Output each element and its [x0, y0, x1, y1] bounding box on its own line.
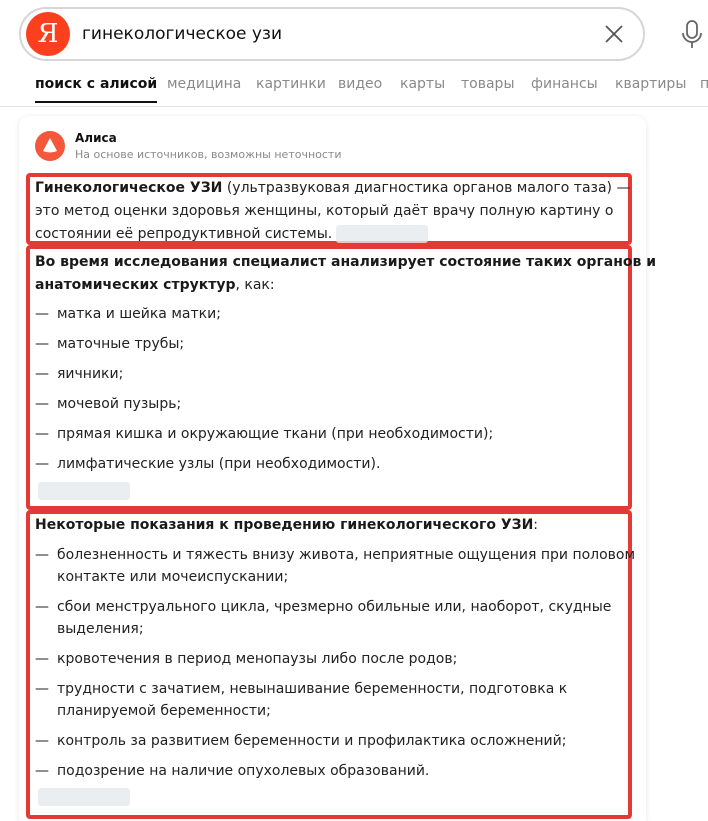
tab-images[interactable]: картинки: [256, 76, 326, 101]
list-bullet: —: [35, 763, 49, 779]
tab-medicine[interactable]: медицина: [167, 76, 241, 101]
tab-more[interactable]: п: [700, 76, 708, 101]
tab-finance[interactable]: финансы: [531, 76, 598, 101]
list-item: мочевой пузырь;: [57, 396, 182, 412]
tab-video[interactable]: видео: [338, 76, 382, 101]
alice-title: Алиса: [75, 131, 117, 145]
search-tabs: поиск с алисой медицина картинки видео к…: [0, 70, 708, 107]
list-item: лимфатические узлы (при необходимости).: [57, 456, 381, 472]
tab-maps[interactable]: карты: [400, 76, 445, 101]
list-bullet: —: [35, 366, 49, 382]
indications-heading: Некоторые показания к проведению гинекол…: [35, 517, 539, 533]
list-item-continued: контакте или мочеиспускании;: [57, 569, 289, 585]
tab-alice-search[interactable]: поиск с алисой: [35, 76, 158, 103]
microphone-icon[interactable]: [680, 20, 704, 50]
source-link[interactable]: [38, 788, 130, 806]
organs-heading-line-2: анатомических структур, как:: [35, 277, 275, 293]
list-item: матка и шейка матки;: [57, 306, 221, 322]
definition-line-1: Гинекологическое УЗИ (ультразвуковая диа…: [35, 180, 631, 196]
list-item: трудности с зачатием, невынашивание бере…: [57, 681, 568, 697]
source-link[interactable]: [38, 482, 130, 500]
list-bullet: —: [35, 336, 49, 352]
tab-apartments[interactable]: квартиры: [615, 76, 686, 101]
close-icon[interactable]: [603, 23, 625, 45]
list-bullet: —: [35, 651, 49, 667]
list-item: маточные трубы;: [57, 336, 185, 352]
source-link[interactable]: [336, 225, 428, 243]
list-item: кровотечения в период менопаузы либо пос…: [57, 651, 458, 667]
definition-line-3: состоянии её репродуктивной системы.: [35, 226, 333, 242]
alice-disclaimer: На основе источников, возможны неточност…: [75, 148, 342, 161]
list-item: контроль за развитием беременности и про…: [57, 733, 567, 749]
search-input[interactable]: гинекологическое узи: [82, 9, 282, 59]
list-item: яичники;: [57, 366, 124, 382]
list-item: болезненность и тяжесть внизу живота, не…: [57, 547, 636, 563]
alice-icon: [35, 131, 65, 161]
list-item: сбои менструального цикла, чрезмерно оби…: [57, 599, 612, 615]
list-bullet: —: [35, 733, 49, 749]
list-bullet: —: [35, 547, 49, 563]
list-item-continued: выделения;: [57, 621, 144, 637]
list-bullet: —: [35, 599, 49, 615]
search-bar[interactable]: Я гинекологическое узи: [19, 7, 645, 61]
list-bullet: —: [35, 456, 49, 472]
list-bullet: —: [35, 681, 49, 697]
list-bullet: —: [35, 426, 49, 442]
list-item: прямая кишка и окружающие ткани (при нео…: [57, 426, 494, 442]
yandex-logo[interactable]: Я: [26, 12, 70, 56]
list-item-continued: планируемой беременности;: [57, 703, 271, 719]
list-bullet: —: [35, 396, 49, 412]
definition-line-2: это метод оценки здоровья женщины, котор…: [35, 203, 614, 219]
list-item: подозрение на наличие опухолевых образов…: [57, 763, 430, 779]
list-bullet: —: [35, 306, 49, 322]
tab-goods[interactable]: товары: [461, 76, 515, 101]
organs-heading-line-1: Во время исследования специалист анализи…: [35, 254, 657, 270]
